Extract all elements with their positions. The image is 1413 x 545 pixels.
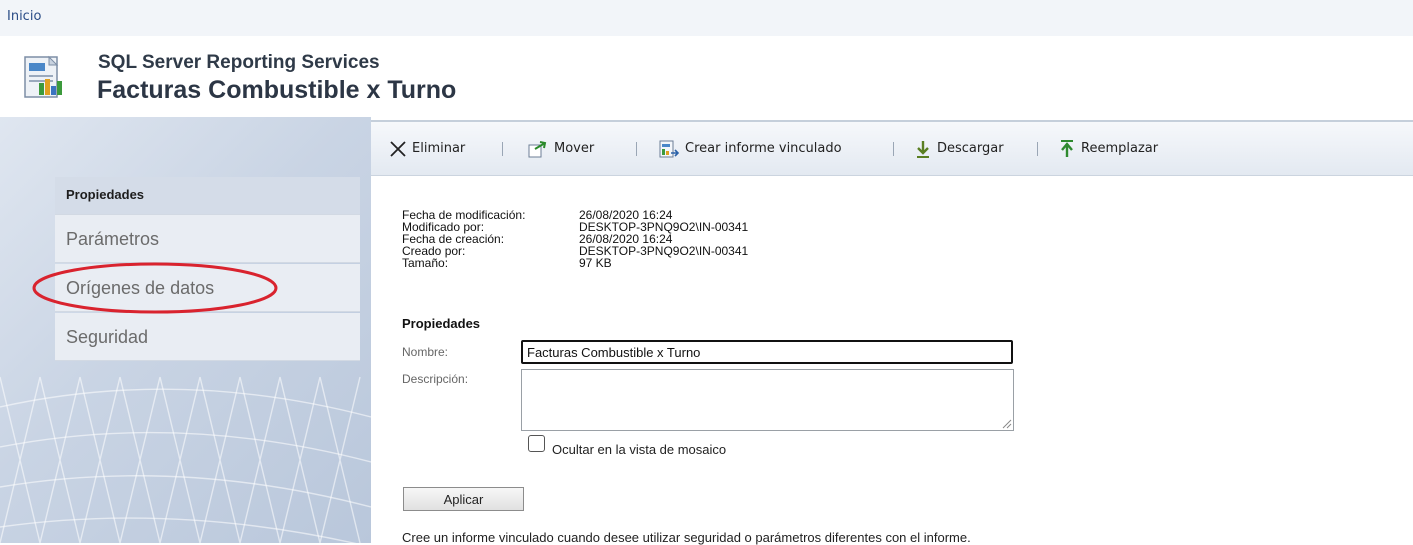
download-button[interactable]: Descargar	[914, 122, 1004, 175]
sidebar-item-properties[interactable]: Propiedades	[55, 177, 360, 215]
linked-report-icon	[659, 140, 680, 157]
description-label: Descripción:	[402, 372, 469, 386]
app-subtitle: SQL Server Reporting Services	[98, 52, 380, 73]
name-label: Nombre:	[402, 345, 449, 359]
home-link[interactable]: Inicio	[7, 9, 41, 24]
download-icon	[917, 140, 929, 158]
create-linked-report-label: Crear informe vinculado	[685, 141, 842, 156]
page-title: Facturas Combustible x Turno	[97, 76, 457, 104]
report-icon	[24, 55, 62, 98]
properties-heading: Propiedades	[402, 316, 481, 331]
sidebar: Propiedades Parámetros Orígenes de datos…	[0, 117, 371, 543]
toolbar-separator	[1037, 142, 1038, 156]
sidebar-item-parameters[interactable]: Parámetros	[55, 215, 360, 263]
move-button[interactable]: Mover	[527, 122, 594, 175]
top-bar: Inicio	[0, 0, 1413, 36]
toolbar-separator	[893, 142, 894, 156]
upload-icon	[1061, 139, 1073, 157]
create-linked-report-button[interactable]: Crear informe vinculado	[658, 122, 842, 175]
sidebar-item-security[interactable]: Seguridad	[55, 313, 360, 361]
size-value: 97 KB	[579, 256, 612, 270]
apply-button[interactable]: Aplicar	[403, 487, 524, 511]
resize-grip-icon[interactable]	[1000, 417, 1012, 429]
close-icon	[390, 140, 406, 157]
replace-label: Reemplazar	[1081, 141, 1159, 156]
toolbar-separator	[502, 142, 503, 156]
toolbar-separator	[636, 142, 637, 156]
highlight-oval	[32, 262, 278, 314]
move-icon	[528, 140, 547, 157]
toolbar: Eliminar Mover Crear informe vinculado D…	[371, 120, 1413, 176]
size-label: Tamaño:	[402, 256, 449, 270]
delete-button[interactable]: Eliminar	[389, 122, 465, 175]
delete-label: Eliminar	[412, 141, 466, 156]
description-input[interactable]	[521, 369, 1014, 431]
replace-button[interactable]: Reemplazar	[1058, 122, 1158, 175]
hide-tile-label: Ocultar en la vista de mosaico	[552, 442, 727, 457]
name-input[interactable]	[521, 340, 1013, 364]
download-label: Descargar	[937, 141, 1004, 156]
move-label: Mover	[554, 141, 595, 156]
hide-tile-checkbox[interactable]	[528, 435, 545, 452]
